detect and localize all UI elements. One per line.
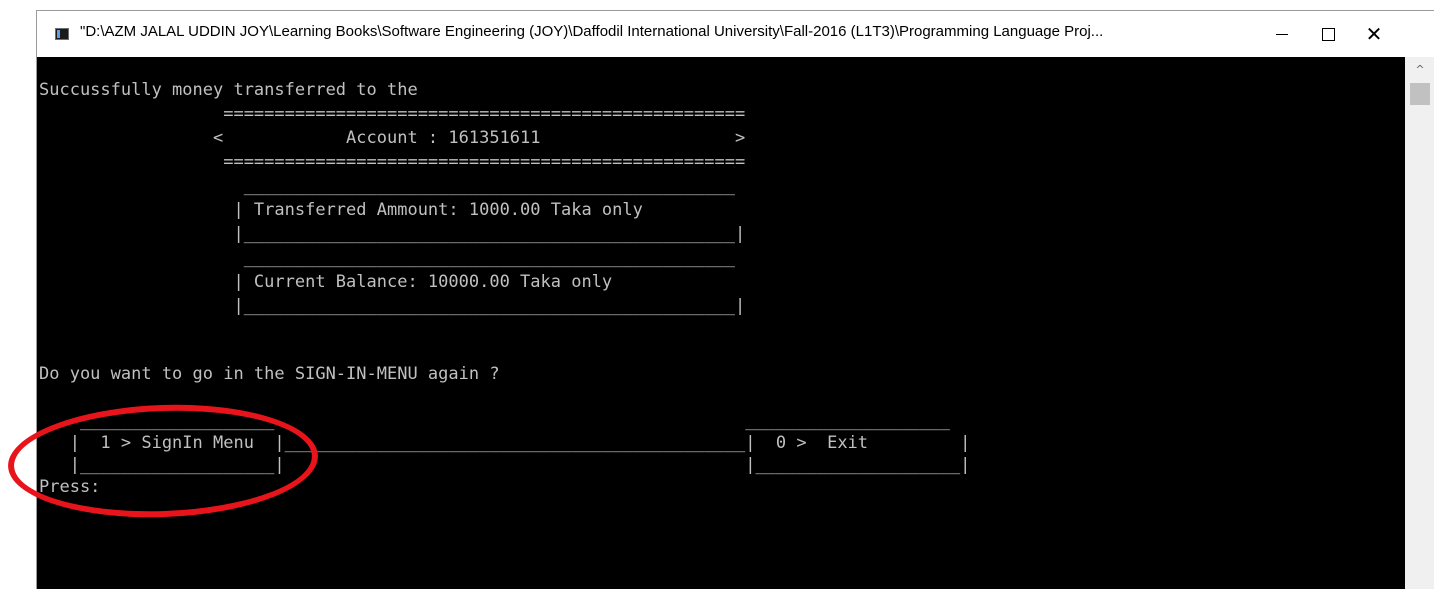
sign-in-prompt: Do you want to go in the SIGN-IN-MENU ag… (39, 364, 500, 384)
close-icon: ✕ (1365, 22, 1383, 46)
title-bar[interactable]: "D:\AZM JALAL UDDIN JOY\Learning Books\S… (37, 11, 1434, 57)
vertical-scrollbar[interactable]: ^ (1405, 57, 1434, 589)
scroll-up-button[interactable]: ^ (1405, 57, 1434, 81)
maximize-icon (1321, 27, 1335, 41)
menu-options-bottom: |___________________| |_________________… (39, 455, 971, 475)
press-input-prompt[interactable]: Press: (39, 477, 100, 497)
status-message: Succussfully money transferred to the (39, 80, 418, 100)
transfer-box-top: ________________________________________… (39, 176, 735, 196)
account-line: < Account : 161351611 > (39, 128, 746, 148)
window-title: "D:\AZM JALAL UDDIN JOY\Learning Books\S… (80, 23, 1104, 40)
console-app-icon[interactable] (55, 28, 69, 40)
chevron-up-icon: ^ (1415, 62, 1425, 76)
account-border-bottom: ========================================… (39, 152, 746, 172)
console-window: "D:\AZM JALAL UDDIN JOY\Learning Books\S… (36, 10, 1434, 589)
account-border-top: ========================================… (39, 104, 746, 124)
minimize-icon (1276, 33, 1288, 35)
minimize-button[interactable] (1259, 11, 1305, 57)
transfer-box-bottom: |_______________________________________… (39, 224, 746, 244)
maximize-button[interactable] (1305, 11, 1351, 57)
menu-options: | 1 > SignIn Menu |_____________________… (39, 433, 971, 453)
balance-box-bottom: |_______________________________________… (39, 296, 746, 316)
transferred-amount: | Transferred Ammount: 1000.00 Taka only (39, 200, 735, 220)
current-balance: | Current Balance: 10000.00 Taka only (39, 272, 735, 292)
close-button[interactable]: ✕ (1351, 11, 1397, 57)
scroll-thumb[interactable] (1410, 83, 1430, 105)
balance-box-top: ________________________________________… (39, 248, 735, 268)
menu-options-top: ___________________ ____________________ (39, 411, 950, 431)
console-output[interactable]: Succussfully money transferred to the ==… (37, 80, 1405, 589)
